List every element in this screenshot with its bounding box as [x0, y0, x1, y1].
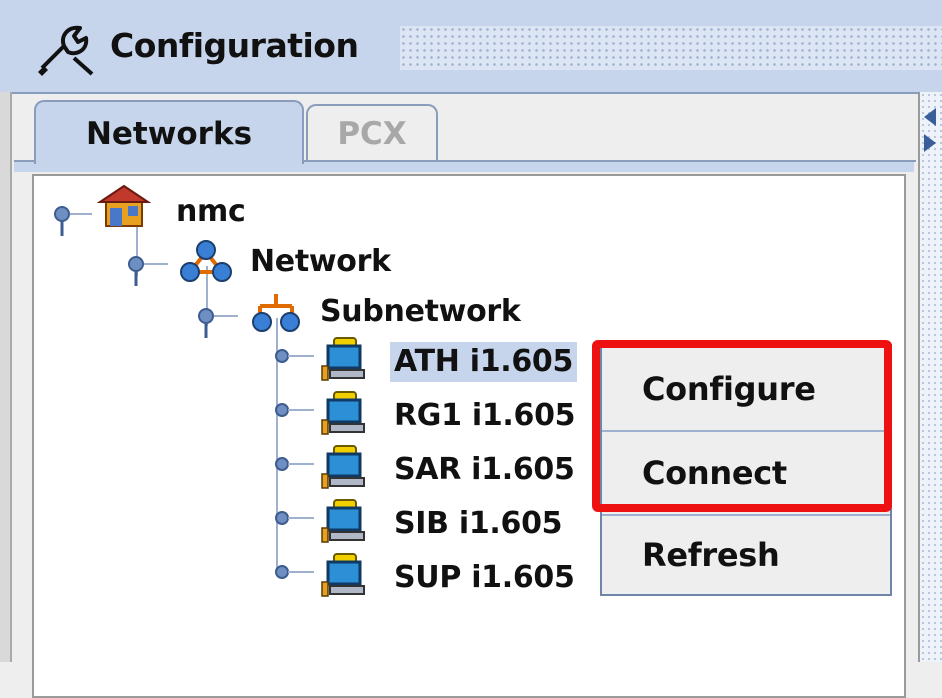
context-menu: Configure Connect Refresh: [600, 344, 892, 596]
left-frame-edge: [0, 92, 12, 662]
tab-networks[interactable]: Networks: [34, 100, 304, 164]
leaf-handle: [275, 511, 314, 525]
title-drag-area[interactable]: [400, 26, 942, 70]
computer-icon: [321, 499, 365, 543]
leaf-handle: [275, 457, 314, 471]
leaf-handle: [275, 565, 314, 579]
menu-item-refresh[interactable]: Refresh: [602, 514, 890, 596]
tree-node-device[interactable]: SAR i1.605: [394, 450, 575, 490]
computer-icon: [321, 337, 365, 381]
menu-item-connect[interactable]: Connect: [602, 432, 890, 514]
expand-handle[interactable]: [124, 250, 172, 290]
tree-node-subnetwork[interactable]: Subnetwork: [320, 292, 521, 332]
network-icon: [180, 240, 232, 282]
tree-node-device[interactable]: ATH i1.605: [390, 342, 578, 382]
tree-node-device[interactable]: RG1 i1.605: [394, 396, 576, 436]
subnetwork-icon: [252, 294, 300, 332]
tab-pcx[interactable]: PCX: [306, 104, 438, 162]
collapse-right-icon[interactable]: [922, 132, 938, 154]
tree-node-nmc[interactable]: nmc: [176, 192, 246, 232]
tree-node-network[interactable]: Network: [250, 242, 391, 282]
house-icon: [96, 184, 152, 227]
collapse-left-icon[interactable]: [922, 106, 938, 128]
wrench-icon: [38, 25, 94, 76]
expand-handle[interactable]: [48, 200, 96, 240]
menu-item-configure[interactable]: Configure: [602, 348, 890, 430]
computer-icon: [321, 391, 365, 435]
expand-handle[interactable]: [194, 302, 242, 342]
tree-node-device[interactable]: SUP i1.605: [394, 558, 575, 598]
splitter-area[interactable]: [918, 92, 942, 662]
title-bar: Configuration: [0, 0, 942, 94]
tree-node-device[interactable]: SIB i1.605: [394, 504, 563, 544]
window-title: Configuration: [110, 26, 359, 65]
leaf-handle: [275, 403, 314, 417]
tab-networks-label: Networks: [85, 116, 253, 152]
computer-icon: [321, 553, 365, 597]
tab-pcx-label: PCX: [337, 116, 407, 152]
leaf-handle: [275, 349, 314, 363]
computer-icon: [321, 445, 365, 489]
